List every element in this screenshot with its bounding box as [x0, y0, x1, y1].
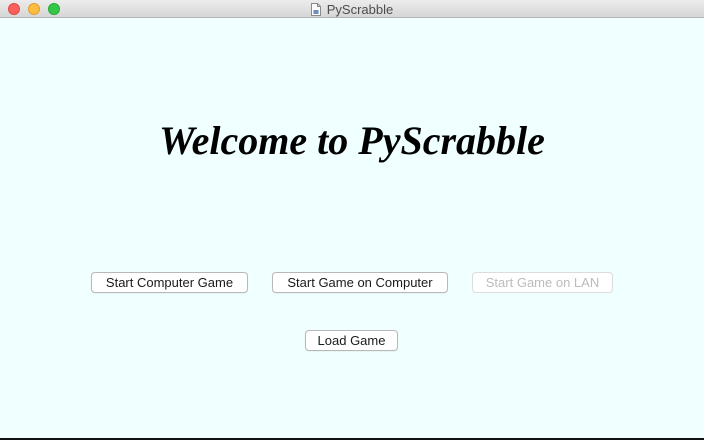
load-game-button[interactable]: Load Game: [305, 330, 398, 351]
window-title-container: PyScrabble: [0, 0, 704, 18]
window-title: PyScrabble: [326, 1, 394, 17]
app-window: PyScrabble Welcome to PyScrabble Start C…: [0, 0, 704, 440]
title-bar[interactable]: PyScrabble: [0, 0, 704, 18]
document-icon: [310, 2, 321, 16]
start-game-on-lan-button: Start Game on LAN: [472, 272, 613, 293]
welcome-heading: Welcome to PyScrabble: [159, 118, 545, 163]
start-computer-game-button[interactable]: Start Computer Game: [91, 272, 248, 293]
start-game-on-computer-button[interactable]: Start Game on Computer: [272, 272, 448, 293]
